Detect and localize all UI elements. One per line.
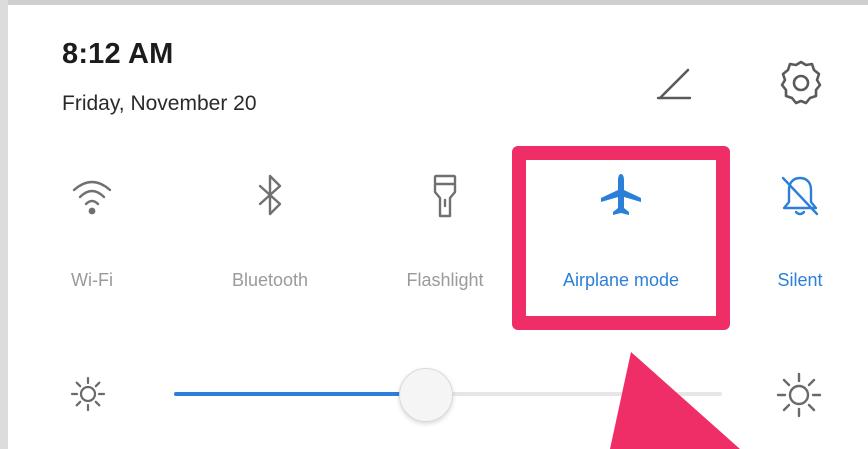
- tile-label-bluetooth: Bluetooth: [231, 270, 309, 290]
- quick-settings-panel: 8:12 AM Friday, November 20 Wi-Fi Blueto…: [0, 0, 868, 449]
- sun-low-icon: [70, 376, 106, 412]
- wifi-icon: [72, 180, 112, 215]
- tile-flashlight[interactable]: Flashlight: [375, 170, 515, 320]
- tile-bluetooth[interactable]: Bluetooth: [200, 170, 340, 320]
- gear-icon[interactable]: [774, 56, 828, 110]
- tile-label-wifi: Wi-Fi: [71, 270, 113, 290]
- highlight-box: [512, 146, 730, 330]
- brightness-slider-thumb[interactable]: [399, 368, 454, 422]
- sun-high-icon: [776, 372, 822, 418]
- flashlight-icon: [433, 174, 457, 218]
- tile-silent[interactable]: Silent: [730, 170, 868, 320]
- brightness-slider-fill: [174, 392, 427, 396]
- frame-border-left: [0, 0, 8, 449]
- tile-wifi[interactable]: Wi-Fi: [22, 170, 162, 320]
- clock-date: Friday, November 20: [62, 92, 257, 115]
- clock-time: 8:12 AM: [62, 38, 174, 70]
- bluetooth-icon: [258, 174, 282, 216]
- bell-off-icon: [781, 176, 819, 216]
- tile-label-flashlight: Flashlight: [406, 270, 484, 290]
- tile-label-silent: Silent: [777, 270, 823, 290]
- edit-pencil-icon[interactable]: [650, 58, 696, 104]
- frame-border-top: [0, 0, 868, 5]
